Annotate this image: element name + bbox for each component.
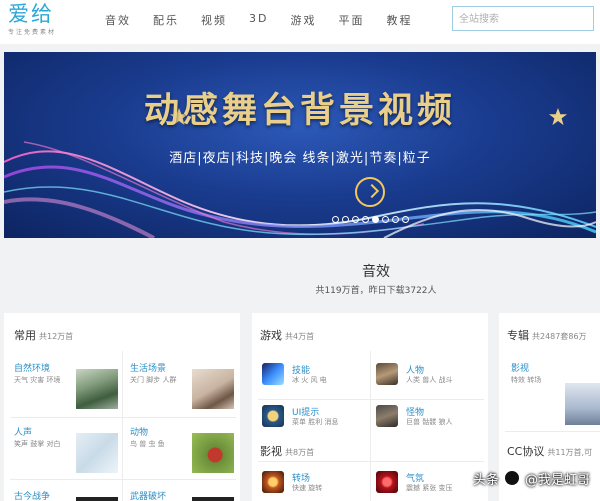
category-link-life[interactable]: 生活场景 <box>130 361 166 374</box>
play-button[interactable] <box>355 177 385 207</box>
thumb-film[interactable] <box>565 383 600 425</box>
banner-title: 动感舞台背景视频 <box>143 90 456 131</box>
play-icon <box>364 183 380 199</box>
carousel-dot[interactable] <box>362 216 369 223</box>
search-input[interactable] <box>453 8 593 31</box>
watermark: 头条 @我是虹哥 <box>473 466 590 490</box>
carousel-dot[interactable] <box>382 216 389 223</box>
card-common: 常用 共12万首 自然环境 天气 灾害 环境 生活场景 关门 脚步 人群 人声 笑… <box>4 313 240 501</box>
card-count: 共12万首 <box>39 332 74 341</box>
category-tags: 笑声 鼓掌 对白 <box>14 440 61 448</box>
thumb-animal[interactable] <box>192 433 234 473</box>
divider <box>258 461 484 462</box>
thumb-voice[interactable] <box>76 433 118 473</box>
nav-video[interactable]: 视频 <box>201 12 227 28</box>
banner-waves-graphic <box>4 141 596 238</box>
thumb-nature[interactable] <box>76 369 118 409</box>
card-header: 游戏 共4万首 <box>260 327 314 343</box>
carousel-dot[interactable] <box>352 216 359 223</box>
nav-game[interactable]: 游戏 <box>290 12 316 28</box>
carousel-dot-active[interactable] <box>372 216 379 223</box>
atmosphere-icon[interactable] <box>376 471 398 493</box>
subsection-count: 共11万首,可 <box>547 448 593 457</box>
subsection-title[interactable]: 影视 <box>260 445 282 458</box>
avatar-icon <box>503 469 522 487</box>
divider <box>370 351 371 501</box>
card-title[interactable]: 常用 <box>14 329 36 342</box>
divider <box>505 431 600 432</box>
category-tags: 人类 兽人 战斗 <box>406 376 453 384</box>
category-link-war[interactable]: 古今战争 <box>14 489 50 501</box>
category-tags: 菜单 胜利 消息 <box>292 418 339 426</box>
logo-tagline: 专注免费素材 <box>8 29 57 36</box>
card-title[interactable]: 游戏 <box>260 329 282 342</box>
card-subheader: 影视 共8万首 <box>260 443 314 459</box>
category-tags: 震撼 紧张 变压 <box>406 484 453 492</box>
carousel-dot[interactable] <box>402 216 409 223</box>
nav-3d[interactable]: 3D <box>249 12 268 28</box>
thumb-life[interactable] <box>192 369 234 409</box>
divider <box>10 417 236 418</box>
logo-text: 爱给 <box>8 2 54 26</box>
category-link-nature[interactable]: 自然环境 <box>14 361 50 374</box>
monster-icon[interactable] <box>376 405 398 427</box>
thumb-weapon[interactable] <box>192 497 234 501</box>
card-header: 专辑 共2487套86万 <box>507 327 587 343</box>
section-subtitle: 共119万首，昨日下载3722人 <box>315 286 437 296</box>
top-header: 爱给 专注免费素材 音效 配乐 视频 3D 游戏 平面 教程 <box>0 0 600 44</box>
transition-icon[interactable] <box>262 471 284 493</box>
banner-subtitle: 酒店|夜店|科技|晚会 线条|激光|节奏|粒子 <box>169 151 431 166</box>
category-tags: 关门 脚步 人群 <box>130 376 177 384</box>
subsection-count: 共8万首 <box>285 448 315 457</box>
watermark-text: 头条 <box>473 472 500 488</box>
thumb-war[interactable] <box>76 497 118 501</box>
category-tags: 巨兽 骷髅 狼人 <box>406 418 453 426</box>
card-subheader: CC协议 共11万首,可 <box>507 443 592 459</box>
skill-icon[interactable] <box>262 363 284 385</box>
search-box <box>452 6 594 31</box>
character-icon[interactable] <box>376 363 398 385</box>
category-tags: 鸟 兽 虫 鱼 <box>130 440 165 448</box>
site-logo[interactable]: 爱给 专注免费素材 <box>8 2 56 36</box>
card-count: 共4万首 <box>285 332 315 341</box>
nav-sound[interactable]: 音效 <box>105 12 131 28</box>
ui-alert-icon[interactable] <box>262 405 284 427</box>
section-title: 音效 <box>362 264 390 280</box>
nav-graphic[interactable]: 平面 <box>338 12 364 28</box>
category-link-weapon[interactable]: 武器破坏 <box>130 489 166 501</box>
carousel-dots <box>332 216 412 223</box>
subsection-title[interactable]: CC协议 <box>507 445 544 458</box>
category-link-animal[interactable]: 动物 <box>130 425 148 438</box>
card-title[interactable]: 专辑 <box>507 329 529 342</box>
main-nav: 音效 配乐 视频 3D 游戏 平面 教程 <box>105 12 434 28</box>
watermark-author: @我是虹哥 <box>525 472 591 488</box>
divider <box>258 399 484 400</box>
category-tags: 快速 旋转 <box>292 484 323 492</box>
nav-music[interactable]: 配乐 <box>153 12 179 28</box>
carousel-dot[interactable] <box>332 216 339 223</box>
category-tags: 冰 火 风 电 <box>292 376 327 384</box>
card-game: 游戏 共4万首 技能 冰 火 风 电 人物 人类 兽人 战斗 UI提示 菜单 胜利… <box>252 313 488 501</box>
card-count: 共2487套86万 <box>532 332 587 341</box>
carousel-dot[interactable] <box>342 216 349 223</box>
nav-tutorial[interactable]: 教程 <box>386 12 412 28</box>
card-header: 常用 共12万首 <box>14 327 73 343</box>
category-tags: 特效 转场 <box>511 376 542 384</box>
divider <box>10 479 236 480</box>
carousel-dot[interactable] <box>392 216 399 223</box>
hero-banner[interactable]: 动感舞台背景视频 酒店|夜店|科技|晚会 线条|激光|节奏|粒子 <box>4 52 596 238</box>
category-link-film[interactable]: 影视 <box>511 361 529 374</box>
category-tags: 天气 灾害 环境 <box>14 376 61 384</box>
category-link-voice[interactable]: 人声 <box>14 425 32 438</box>
